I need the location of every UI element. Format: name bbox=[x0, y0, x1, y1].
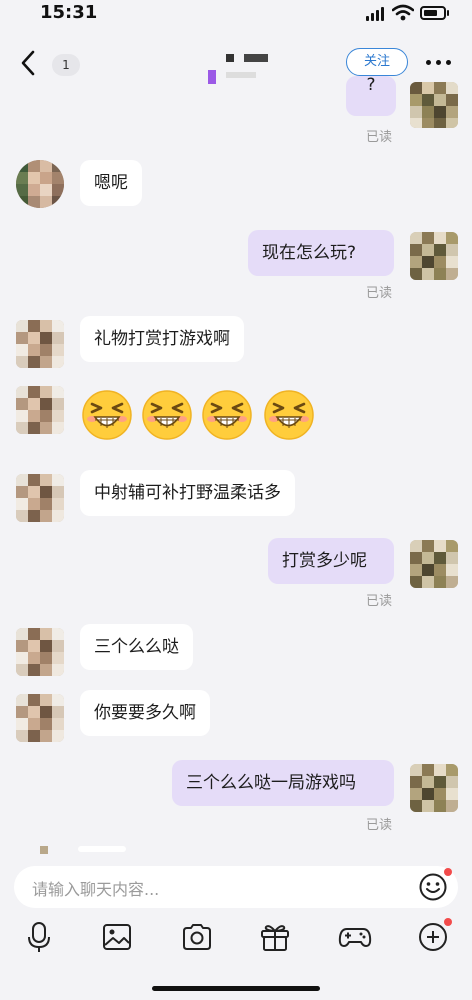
contact-avatar[interactable] bbox=[16, 320, 64, 368]
input-toolbar bbox=[0, 916, 472, 962]
incoming-message-bubble[interactable]: 嗯呢 bbox=[80, 160, 142, 206]
chevron-left-icon bbox=[21, 50, 35, 76]
read-receipt: 已读 bbox=[366, 818, 393, 833]
image-icon[interactable] bbox=[100, 920, 134, 954]
incoming-message-bubble[interactable]: 中射辅可补打野温柔话多 bbox=[80, 470, 295, 516]
contact-avatar[interactable] bbox=[16, 694, 64, 742]
input-placeholder: 请输入聊天内容... bbox=[32, 880, 160, 899]
grinning-squinting-face-icon bbox=[264, 390, 314, 440]
gamepad-icon[interactable] bbox=[338, 920, 372, 954]
incoming-message-bubble[interactable]: 你要要多久啊 bbox=[80, 690, 210, 736]
more-options-button[interactable] bbox=[426, 52, 454, 72]
emoji-picker-icon[interactable] bbox=[418, 872, 448, 902]
camera-icon[interactable] bbox=[180, 920, 214, 954]
outgoing-message-bubble[interactable]: 打赏多少呢 bbox=[268, 538, 394, 584]
emoji-notification-dot bbox=[444, 868, 452, 876]
battery-icon bbox=[420, 6, 446, 20]
back-button[interactable]: 1 bbox=[14, 48, 80, 78]
self-avatar[interactable] bbox=[410, 764, 458, 812]
grinning-squinting-face-icon bbox=[82, 390, 132, 440]
self-avatar[interactable] bbox=[410, 540, 458, 588]
contact-name-redacted bbox=[206, 44, 276, 84]
self-avatar[interactable] bbox=[410, 82, 458, 128]
contact-avatar[interactable] bbox=[16, 628, 64, 676]
read-receipt: 已读 bbox=[366, 594, 393, 609]
self-avatar[interactable] bbox=[410, 232, 458, 280]
home-indicator[interactable] bbox=[152, 986, 320, 991]
more-notification-dot bbox=[444, 918, 452, 926]
outgoing-message-bubble[interactable]: 现在怎么玩? bbox=[248, 230, 394, 276]
microphone-icon[interactable] bbox=[22, 920, 56, 954]
signal-icon bbox=[366, 7, 386, 21]
contact-avatar[interactable] bbox=[16, 386, 64, 434]
contact-avatar[interactable] bbox=[16, 474, 64, 522]
follow-button[interactable]: 关注 bbox=[346, 48, 408, 76]
partial-bubble bbox=[78, 846, 126, 852]
wifi-icon bbox=[392, 4, 414, 21]
incoming-message-bubble[interactable]: 三个么么哒 bbox=[80, 624, 193, 670]
outgoing-message-bubble[interactable]: ? bbox=[346, 76, 396, 116]
incoming-message-bubble[interactable]: 礼物打赏打游戏啊 bbox=[80, 316, 244, 362]
grinning-squinting-face-icon bbox=[142, 390, 192, 440]
message-input[interactable]: 请输入聊天内容... bbox=[14, 866, 458, 908]
chat-header: 1 关注 bbox=[0, 40, 472, 88]
gift-icon[interactable] bbox=[258, 920, 292, 954]
unread-count-badge: 1 bbox=[52, 54, 80, 76]
read-receipt: 已读 bbox=[366, 286, 393, 301]
contact-avatar[interactable] bbox=[16, 160, 64, 208]
partial-avatar bbox=[40, 846, 48, 854]
outgoing-message-bubble[interactable]: 三个么么哒一局游戏吗 bbox=[172, 760, 394, 806]
grinning-squinting-face-icon bbox=[202, 390, 252, 440]
status-bar: 15:31 bbox=[0, 0, 472, 30]
status-time: 15:31 bbox=[40, 2, 98, 23]
read-receipt: 已读 bbox=[366, 130, 393, 145]
